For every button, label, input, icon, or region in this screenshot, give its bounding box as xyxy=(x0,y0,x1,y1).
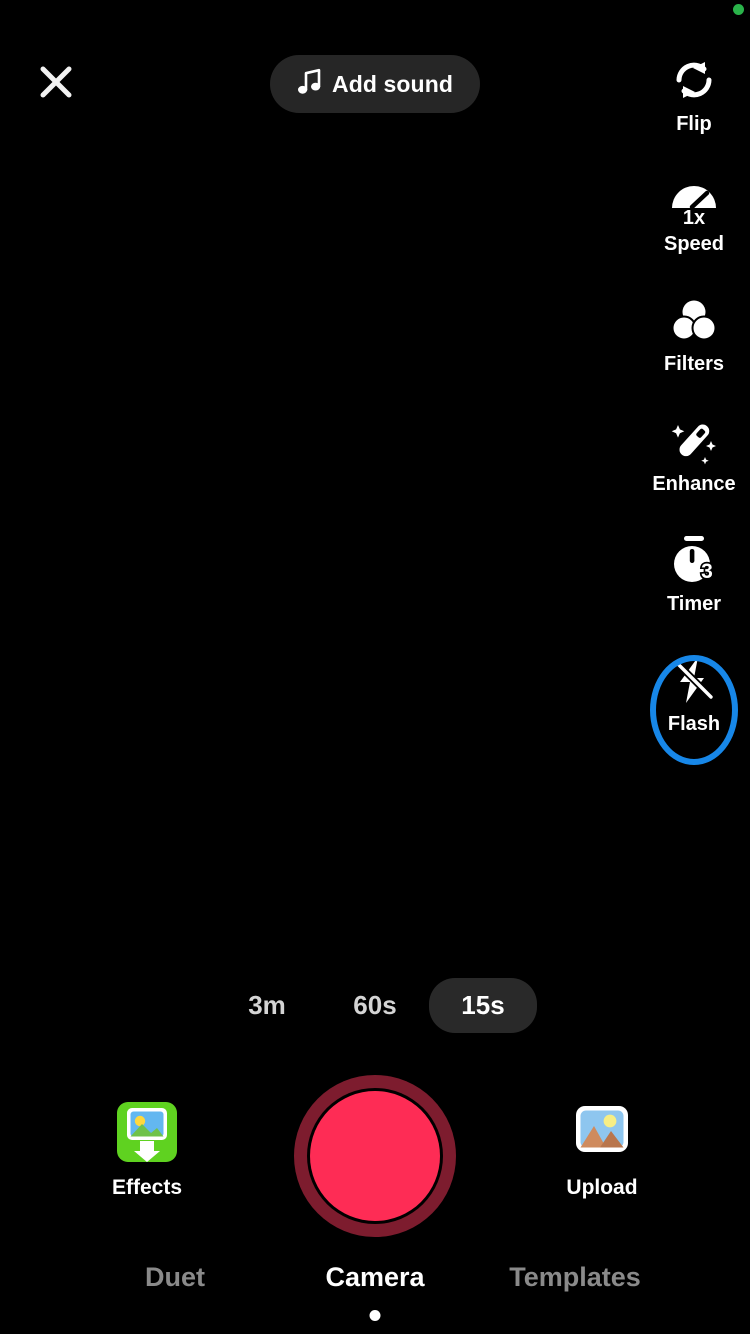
speedometer-icon: 1x xyxy=(662,168,726,232)
close-button[interactable] xyxy=(32,60,80,108)
rail-label-flash: Flash xyxy=(667,713,721,735)
close-x-icon xyxy=(36,62,76,107)
duration-option-3m[interactable]: 3m xyxy=(213,978,321,1033)
effects-button[interactable]: Effects xyxy=(77,1100,217,1200)
duration-selector: 3m 60s 15s xyxy=(0,978,750,1033)
rail-item-flip[interactable]: Flip xyxy=(638,48,750,168)
rail-item-speed[interactable]: 1x Speed xyxy=(638,168,750,288)
upload-button[interactable]: Upload xyxy=(532,1100,672,1200)
camera-screen: Add sound Flip 1x Speed Filters Enhance … xyxy=(0,0,750,1334)
tab-duet[interactable]: Duet xyxy=(75,1262,275,1293)
speed-badge-text: 1x xyxy=(683,207,705,228)
filters-circles-icon xyxy=(662,288,726,352)
rail-label-speed: Speed xyxy=(663,233,725,255)
tab-camera[interactable]: Camera xyxy=(275,1262,475,1293)
rail-label-filters: Filters xyxy=(663,353,725,375)
duration-option-60s[interactable]: 60s xyxy=(321,978,429,1033)
recording-privacy-dot xyxy=(733,4,744,15)
capture-controls: Effects Upload xyxy=(0,1075,750,1245)
tab-templates[interactable]: Templates xyxy=(475,1262,675,1293)
stopwatch-icon: 3 xyxy=(662,528,726,592)
effects-label: Effects xyxy=(111,1176,183,1199)
active-tab-indicator-dot xyxy=(369,1310,381,1321)
rail-label-enhance: Enhance xyxy=(652,473,736,495)
camera-flip-icon xyxy=(662,48,726,112)
rail-item-flash[interactable]: Flash xyxy=(638,648,750,772)
add-sound-button[interactable]: Add sound xyxy=(270,55,480,113)
effects-green-photo-icon xyxy=(115,1100,179,1164)
record-button[interactable] xyxy=(294,1075,456,1237)
duration-option-15s[interactable]: 15s xyxy=(429,978,537,1033)
flash-off-icon xyxy=(662,648,726,712)
rail-label-timer: Timer xyxy=(666,593,722,615)
timer-badge-text: 3 xyxy=(701,560,713,583)
rail-item-enhance[interactable]: Enhance xyxy=(638,408,750,528)
record-button-inner xyxy=(310,1091,440,1221)
rail-item-filters[interactable]: Filters xyxy=(638,288,750,408)
upload-label: Upload xyxy=(566,1176,638,1199)
rail-item-timer[interactable]: 3 Timer xyxy=(638,528,750,648)
magic-wand-icon xyxy=(662,408,726,472)
camera-tools-rail: Flip 1x Speed Filters Enhance 3 Timer Fl… xyxy=(638,48,750,772)
bottom-mode-tabs: Duet Camera Templates xyxy=(0,1262,750,1293)
add-sound-label: Add sound xyxy=(332,70,453,97)
photo-gallery-icon xyxy=(570,1100,634,1164)
music-note-icon xyxy=(297,68,323,101)
rail-label-flip: Flip xyxy=(676,113,712,135)
